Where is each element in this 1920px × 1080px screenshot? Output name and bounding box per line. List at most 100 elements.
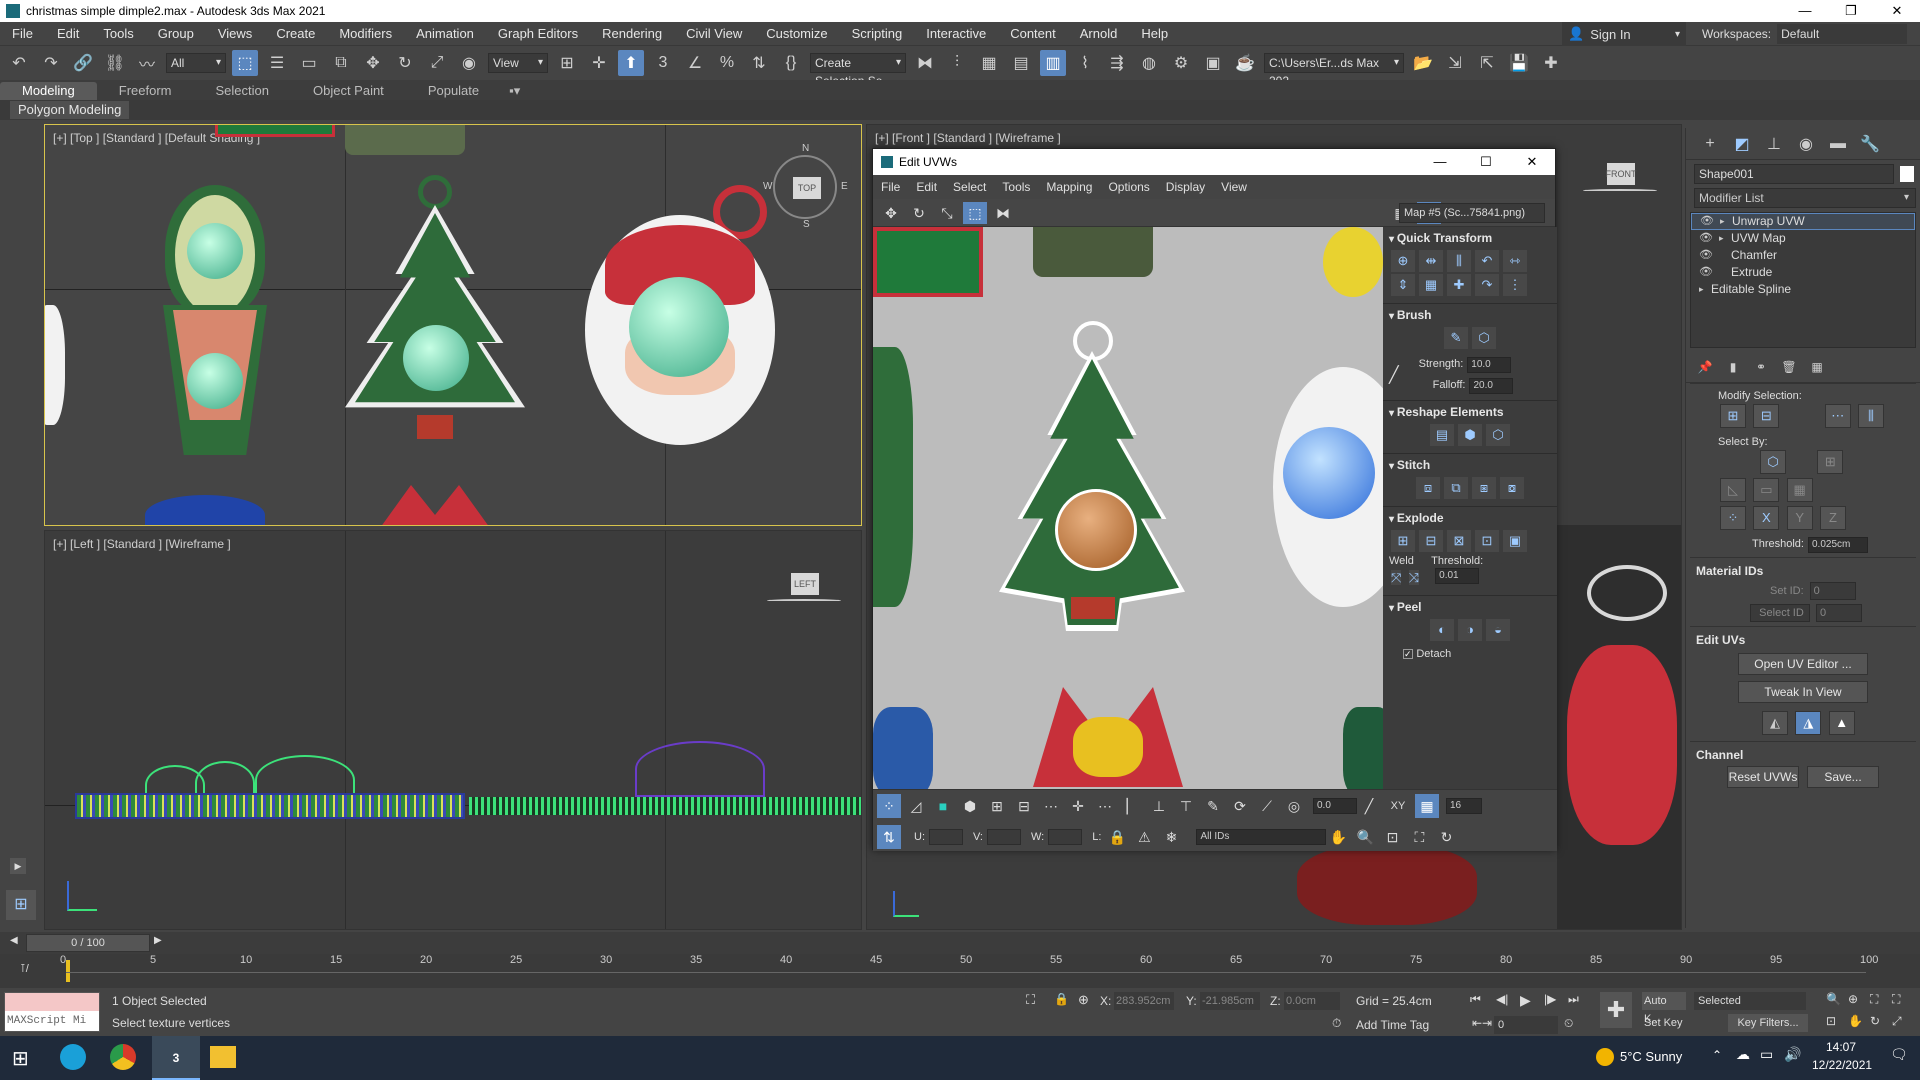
workspaces-dropdown[interactable]: Default	[1777, 24, 1908, 44]
keyboard-shortcut-icon[interactable]: ⬆	[618, 50, 644, 76]
network-icon[interactable]: ☁	[1736, 1046, 1750, 1063]
uv-minimize-button[interactable]: —	[1417, 149, 1463, 175]
prev-frame-icon[interactable]: ◀	[10, 935, 18, 946]
polygon-modeling-label[interactable]: Polygon Modeling	[10, 101, 130, 119]
zoom-extents-icon[interactable]: ⛶	[1407, 825, 1431, 849]
weather-text[interactable]: 5°C Sunny	[1620, 1049, 1682, 1064]
named-selection-dropdown[interactable]: Create Selection Se	[810, 53, 906, 88]
material-ids-header[interactable]: Material IDs	[1690, 564, 1916, 578]
peel-mode-icon[interactable]: ◑	[1458, 619, 1482, 641]
uv-menu-tools[interactable]: Tools	[994, 180, 1038, 194]
next-frame-icon[interactable]: ▶	[154, 935, 162, 946]
open-uv-editor-button[interactable]: Open UV Editor ...	[1738, 653, 1868, 675]
channel-header[interactable]: Channel	[1690, 748, 1916, 762]
prev-key-icon[interactable]: ◀|	[1496, 992, 1508, 1006]
tweak-in-view-button[interactable]: Tweak In View	[1738, 681, 1868, 703]
edge-loop-icon[interactable]: ▦	[1786, 478, 1813, 502]
zoom-extents-all-icon[interactable]: ⛶	[1892, 992, 1900, 1007]
viewport-layout-icon[interactable]: ⊞	[6, 890, 36, 920]
create-tab-icon[interactable]: +	[1696, 135, 1724, 153]
auto-key-button[interactable]: Auto K...	[1642, 992, 1686, 1025]
menu-content[interactable]: Content	[998, 22, 1068, 46]
time-slider-thumb[interactable]: 0 / 100	[26, 934, 150, 952]
soft-select-icon[interactable]: ◎	[1282, 794, 1306, 818]
stack-item-unwrap-uvw[interactable]: 👁 ▸ Unwrap UVW	[1691, 213, 1915, 230]
motion-tab-icon[interactable]: ◉	[1792, 134, 1820, 154]
uv-menu-view[interactable]: View	[1213, 180, 1255, 194]
paint-brush-icon[interactable]: ✎	[1444, 327, 1468, 349]
volume-icon[interactable]: 🔊	[1784, 1046, 1801, 1063]
maxscript-listener[interactable]: MAXScript Mi	[4, 992, 100, 1032]
bind-space-warp-icon[interactable]: 〰	[134, 50, 160, 76]
paint-select-icon[interactable]: ✎	[1201, 794, 1225, 818]
uv-menu-options[interactable]: Options	[1100, 180, 1157, 194]
rect-selection-icon[interactable]: ▭	[296, 50, 322, 76]
expand-icon[interactable]: ▸	[1699, 281, 1711, 298]
grid-snap-icon[interactable]: ▦	[1415, 793, 1439, 818]
relax-icon[interactable]: ⬢	[1458, 424, 1482, 446]
sel-threshold-spinner[interactable]: 0.025cm	[1807, 537, 1868, 553]
isolate-icon[interactable]: ⛶	[1026, 992, 1035, 1008]
explode-header[interactable]: Explode	[1389, 511, 1551, 525]
quick-transform-header[interactable]: Quick Transform	[1389, 231, 1551, 245]
u-field[interactable]	[929, 828, 963, 845]
maxscript-field[interactable]: MAXScript Mi	[5, 1011, 99, 1031]
select-id-spinner[interactable]: 0	[1816, 604, 1862, 622]
menu-group[interactable]: Group	[146, 22, 206, 46]
link-icon[interactable]: 🔗	[70, 50, 96, 76]
menu-graph-editors[interactable]: Graph Editors	[486, 22, 590, 46]
z-coordinate[interactable]: 0.0cm	[1284, 992, 1340, 1010]
map-selector-dropdown[interactable]: Map #5 (Sc...75841.png)	[1399, 203, 1545, 223]
ribbon-options-icon[interactable]: ▪▾	[501, 82, 528, 100]
pan-icon[interactable]: ✋	[1326, 825, 1350, 849]
freeform-icon[interactable]: ⬚	[963, 201, 987, 224]
unlink-icon[interactable]: ⛓	[102, 50, 128, 76]
mirror-icon[interactable]: ⧓	[912, 50, 938, 76]
tweak-1-icon[interactable]: ◭	[1762, 711, 1788, 735]
curve-editor-icon[interactable]: ⌇	[1072, 50, 1098, 76]
explode-5-icon[interactable]: ▣	[1503, 530, 1527, 552]
edge-distance-icon[interactable]: ╱	[1357, 794, 1381, 818]
eye-icon[interactable]: 👁	[1699, 230, 1713, 247]
uv-canvas[interactable]	[873, 227, 1383, 789]
current-frame-field[interactable]: 0	[1494, 1016, 1558, 1034]
absolute-mode-icon[interactable]: ⊕	[1078, 992, 1089, 1008]
tab-freeform[interactable]: Freeform	[97, 82, 194, 100]
menu-file[interactable]: File	[0, 22, 45, 46]
tray-chevron-icon[interactable]: ⌃	[1712, 1048, 1722, 1062]
object-color-swatch[interactable]	[1900, 166, 1914, 182]
stitch-header[interactable]: Stitch	[1389, 458, 1551, 472]
menu-modifiers[interactable]: Modifiers	[327, 22, 404, 46]
named-selection-icon[interactable]: {}	[778, 50, 804, 76]
ring-icon[interactable]: ✛	[1066, 794, 1090, 818]
import-icon[interactable]: ⇲	[1442, 50, 1468, 76]
goto-end-icon[interactable]: ⏭	[1568, 992, 1579, 1007]
schematic-view-icon[interactable]: ⇶	[1104, 50, 1130, 76]
zoom-icon[interactable]: 🔍	[1353, 825, 1377, 849]
falloff-spinner[interactable]: 20.0	[1469, 378, 1514, 394]
select-id-button[interactable]: Select ID	[1750, 604, 1810, 622]
viewport-top[interactable]: [+] [Top ] [Standard ] [Default Shading …	[44, 124, 862, 526]
set-key-button[interactable]: Set Key	[1642, 1014, 1686, 1032]
project-folder-dropdown[interactable]: C:\Users\Er...ds Max 202	[1264, 53, 1404, 88]
set-key-big-icon[interactable]: ✚	[1600, 992, 1632, 1028]
time-config-icon[interactable]: ⏲	[1564, 1016, 1573, 1031]
edge-browser-icon[interactable]	[60, 1044, 86, 1070]
viewport-left[interactable]: [+] [Left ] [Standard ] [Wireframe ] LEF…	[44, 530, 862, 930]
uv-island-tree[interactable]	[999, 321, 1185, 631]
key-mode-icon[interactable]: ⇤⇥	[1472, 1016, 1492, 1030]
ring-selection-icon[interactable]: ⫼	[1858, 404, 1885, 428]
rotate-90-icon[interactable]: ↶	[1475, 250, 1499, 272]
align-h-icon[interactable]: ⇹	[1419, 250, 1443, 272]
play-icon[interactable]: ▶	[1520, 992, 1531, 1009]
select-object-icon[interactable]: ⬚	[232, 50, 258, 76]
key-filters-button[interactable]: Key Filters...	[1728, 1014, 1808, 1032]
uv-menu-mapping[interactable]: Mapping	[1038, 180, 1100, 194]
sign-in-button[interactable]: 👤 Sign In ▾	[1562, 22, 1686, 46]
falloff-spinner-bottom[interactable]: 0.0	[1313, 797, 1357, 814]
align-grid-icon[interactable]: ▦	[1419, 274, 1443, 296]
select-scale-icon[interactable]: ⤢	[424, 50, 450, 76]
pivot-icon[interactable]: ⊕	[1391, 250, 1415, 272]
grow-selection-icon[interactable]: ⊞	[1720, 404, 1746, 428]
tweak-2-icon[interactable]: ◮	[1795, 711, 1822, 735]
